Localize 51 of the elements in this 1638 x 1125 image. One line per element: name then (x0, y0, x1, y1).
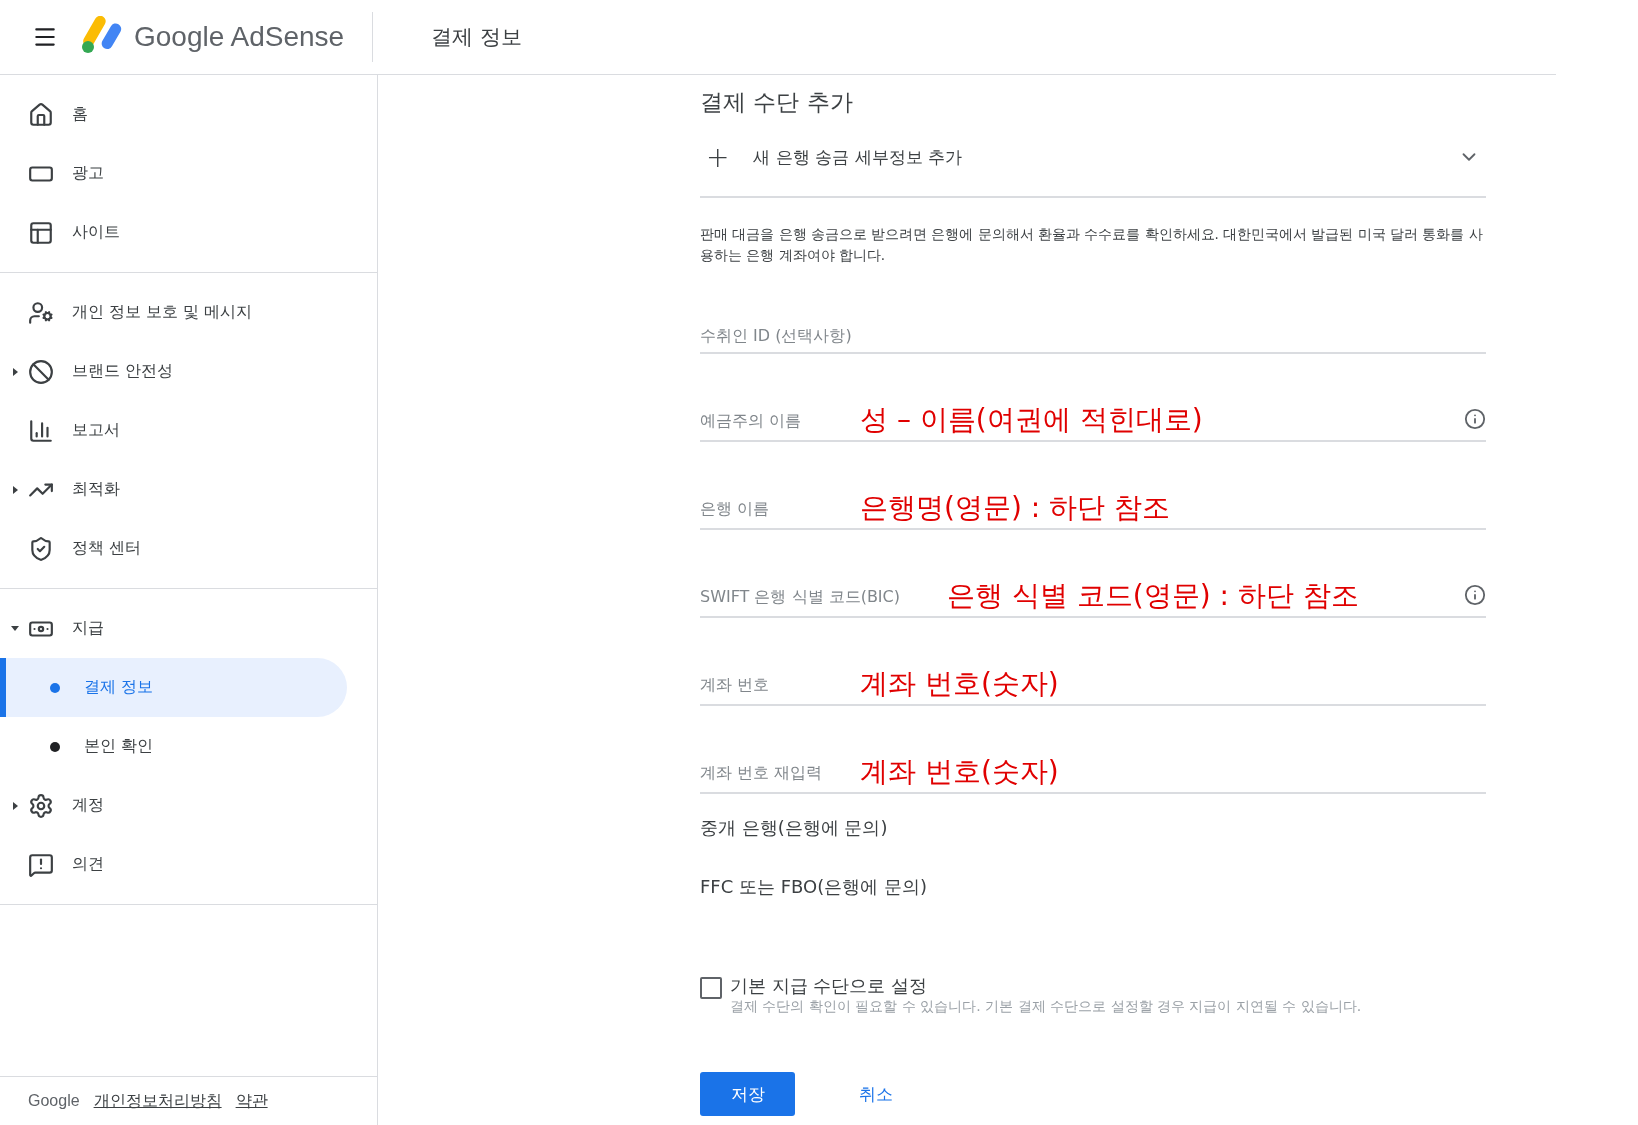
checkbox-note: 결제 수단의 확인이 필요할 수 있습니다. 기본 결제 수단으로 설정할 경우 지급이 지연될 수 있습니다. (730, 998, 1362, 1016)
form-title: 결제 수단 추가 (700, 88, 854, 117)
settings-icon (28, 792, 54, 819)
nav-item[interactable]: 결제 정보 (0, 658, 347, 717)
checkbox-label: 기본 지급 수단으로 설정 (730, 974, 929, 998)
text-field[interactable]: 성 – 이름(여권에 적힌대로) (860, 403, 1464, 436)
field-label: 예금주의 이름 (700, 411, 803, 432)
page-title: 결제 정보 (431, 24, 522, 51)
nav-item[interactable]: 사이트 (0, 203, 347, 262)
nav-item[interactable]: 브랜드 안전성 (0, 342, 347, 401)
text-field[interactable]: 수취인 ID (선택사항) (700, 315, 1486, 348)
default-checkbox[interactable] (700, 977, 722, 999)
text-field[interactable]: 계좌 번호(숫자) (860, 755, 1486, 788)
product-name: Google AdSense (134, 21, 345, 53)
shield-icon (28, 535, 54, 562)
bar-chart-icon (28, 417, 54, 444)
nav-item[interactable]: 정책 센터 (0, 519, 347, 578)
optional-field-link[interactable]: 중개 은행(은행에 문의) (700, 816, 1486, 853)
adsense-logo-icon (80, 16, 122, 54)
add-bank-row[interactable]: + 새 은행 송금 세부정보 추가 (700, 118, 1486, 198)
nav-item[interactable]: 지급 (0, 599, 347, 658)
optional-field-link[interactable]: FFC 또는 FBO(은행에 문의) (700, 875, 1486, 912)
field-label: 계좌 번호 (700, 675, 771, 696)
save-button[interactable]: 저장 (700, 1072, 795, 1116)
nav-item[interactable]: 계정 (0, 776, 347, 835)
nav-item[interactable]: 의견 (0, 835, 347, 894)
layout-icon (28, 219, 54, 246)
field-label: 계좌 번호 재입력 (700, 763, 824, 784)
cancel-button[interactable]: 취소 (853, 1081, 899, 1107)
field-label: 은행 이름 (700, 499, 771, 520)
home-icon (28, 101, 54, 128)
footer-brand: Google (28, 1092, 80, 1110)
field-label: SWIFT 은행 식별 코드(BIC) (700, 587, 901, 608)
nav-item[interactable]: 홈 (0, 85, 347, 144)
text-field[interactable]: 계좌 번호(숫자) (860, 667, 1486, 700)
nav-item[interactable]: 본인 확인 (0, 717, 347, 776)
info-icon[interactable] (1464, 408, 1486, 430)
nav-item[interactable]: 광고 (0, 144, 347, 203)
text-field[interactable]: 은행명(영문) : 하단 참조 (860, 491, 1486, 524)
text-field[interactable]: 은행 식별 코드(영문) : 하단 참조 (947, 579, 1464, 612)
blocked-icon (28, 358, 54, 385)
footer-link[interactable]: 개인정보처리방침 (93, 1090, 222, 1112)
feedback-icon (28, 851, 54, 878)
nav-item[interactable]: 최적화 (0, 460, 347, 519)
info-icon[interactable] (1464, 584, 1486, 606)
nav-item[interactable]: 보고서 (0, 401, 347, 460)
footer-link[interactable]: 약관 (235, 1090, 268, 1112)
plus-glyph: + (706, 140, 730, 174)
person-gear-icon (28, 299, 54, 326)
nav-item[interactable]: 개인 정보 보호 및 메시지 (0, 283, 347, 342)
description-text: 판매 대금을 은행 송금으로 받으려면 은행에 문의해서 환율과 수수료를 확인하세요. 대한민국에서 발급된 미국 달러 통화를 사용하는 은행 계좌여야 합니다. (700, 225, 1484, 265)
